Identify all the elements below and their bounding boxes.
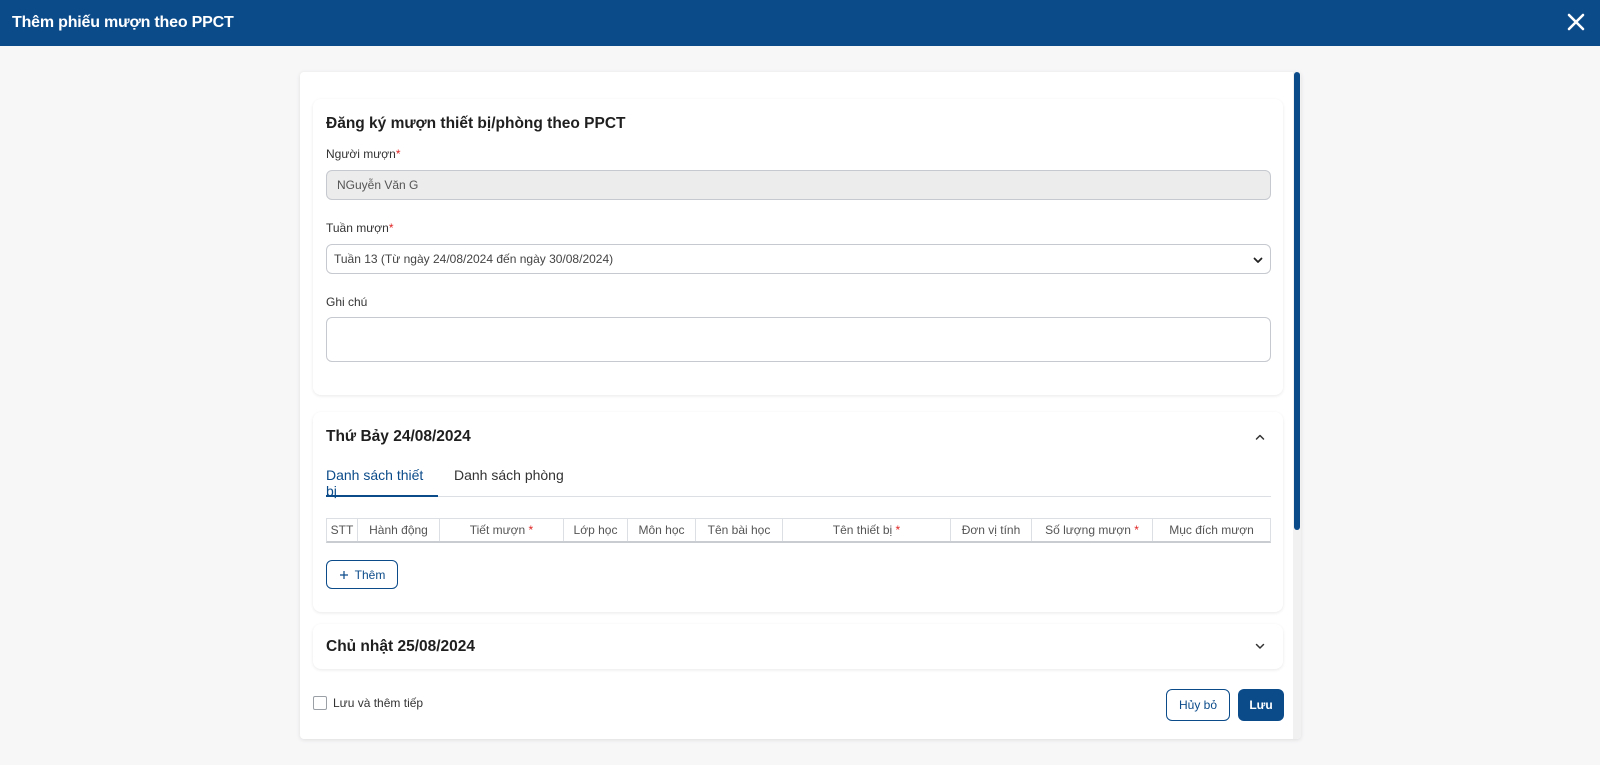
close-button[interactable] bbox=[1562, 8, 1590, 36]
week-select[interactable]: Tuần 13 (Từ ngày 24/08/2024 đến ngày 30/… bbox=[326, 244, 1271, 274]
chevron-down-icon bbox=[1255, 643, 1265, 649]
tab-equipment-list[interactable]: Danh sách thiết bị bbox=[326, 467, 438, 499]
col-purpose: Mục đích mượn bbox=[1169, 523, 1254, 537]
day-title: Thứ Bảy 24/08/2024 bbox=[326, 428, 471, 445]
form-panel: Đăng ký mượn thiết bị/phòng theo PPCT Ng… bbox=[300, 72, 1301, 739]
note-textarea[interactable] bbox=[326, 317, 1271, 362]
required-mark: * bbox=[395, 147, 401, 161]
tab-room-list[interactable]: Danh sách phòng bbox=[454, 467, 572, 497]
col-stt: STT bbox=[327, 519, 358, 541]
chevron-up-icon bbox=[1255, 434, 1265, 440]
plus-icon bbox=[339, 570, 348, 579]
modal-header: Thêm phiếu mượn theo PPCT bbox=[0, 0, 1600, 46]
note-label: Ghi chú bbox=[326, 295, 368, 309]
section-tabs: Danh sách thiết bị Danh sách phòng bbox=[326, 467, 1271, 499]
equipment-table-header: STT Hành động Tiết mượn * Lớp học Môn họ… bbox=[326, 518, 1271, 543]
col-period: Tiết mượn * bbox=[440, 519, 564, 541]
cancel-button[interactable]: Hủy bỏ bbox=[1166, 689, 1230, 721]
col-unit: Đơn vị tính bbox=[951, 519, 1032, 541]
collapse-toggle[interactable] bbox=[1251, 428, 1269, 446]
week-select-value: Tuần 13 (Từ ngày 24/08/2024 đến ngày 30/… bbox=[334, 252, 614, 266]
day-title: Chủ nhật 25/08/2024 bbox=[326, 638, 476, 655]
borrower-label: Người mượn* bbox=[326, 147, 401, 161]
col-class: Lớp học bbox=[564, 519, 628, 541]
chevron-down-icon bbox=[1253, 257, 1263, 263]
scrollbar-thumb[interactable] bbox=[1294, 72, 1300, 530]
form-title: Đăng ký mượn thiết bị/phòng theo PPCT bbox=[326, 115, 626, 132]
required-mark: * bbox=[388, 221, 394, 235]
col-subject: Môn học bbox=[628, 519, 696, 541]
col-lesson-name: Tên bài học bbox=[696, 519, 783, 541]
save-button[interactable]: Lưu bbox=[1238, 689, 1284, 721]
expand-toggle[interactable] bbox=[1251, 637, 1269, 655]
col-equipment-name: Tên thiết bị * bbox=[783, 519, 951, 541]
add-row-button[interactable]: Thêm bbox=[326, 560, 398, 589]
week-label: Tuần mượn* bbox=[326, 221, 394, 235]
add-row-label: Thêm bbox=[354, 567, 386, 582]
save-and-continue-label: Lưu và thêm tiếp bbox=[333, 696, 424, 710]
borrower-input: NGuyễn Văn G bbox=[326, 170, 1271, 200]
day-section-sunday[interactable]: Chủ nhật 25/08/2024 bbox=[313, 624, 1283, 669]
col-quantity: Số lượng mượn * bbox=[1032, 519, 1153, 541]
close-icon bbox=[1567, 13, 1585, 31]
save-and-continue[interactable]: Lưu và thêm tiếp bbox=[313, 696, 423, 710]
borrow-info-card: Đăng ký mượn thiết bị/phòng theo PPCT Ng… bbox=[313, 99, 1283, 395]
scrollbar[interactable] bbox=[1293, 72, 1301, 739]
modal-title: Thêm phiếu mượn theo PPCT bbox=[12, 14, 234, 31]
save-and-continue-checkbox[interactable] bbox=[313, 696, 327, 710]
col-action: Hành động bbox=[358, 519, 440, 541]
day-section-saturday: Thứ Bảy 24/08/2024 Danh sách thiết bị Da… bbox=[313, 412, 1283, 612]
